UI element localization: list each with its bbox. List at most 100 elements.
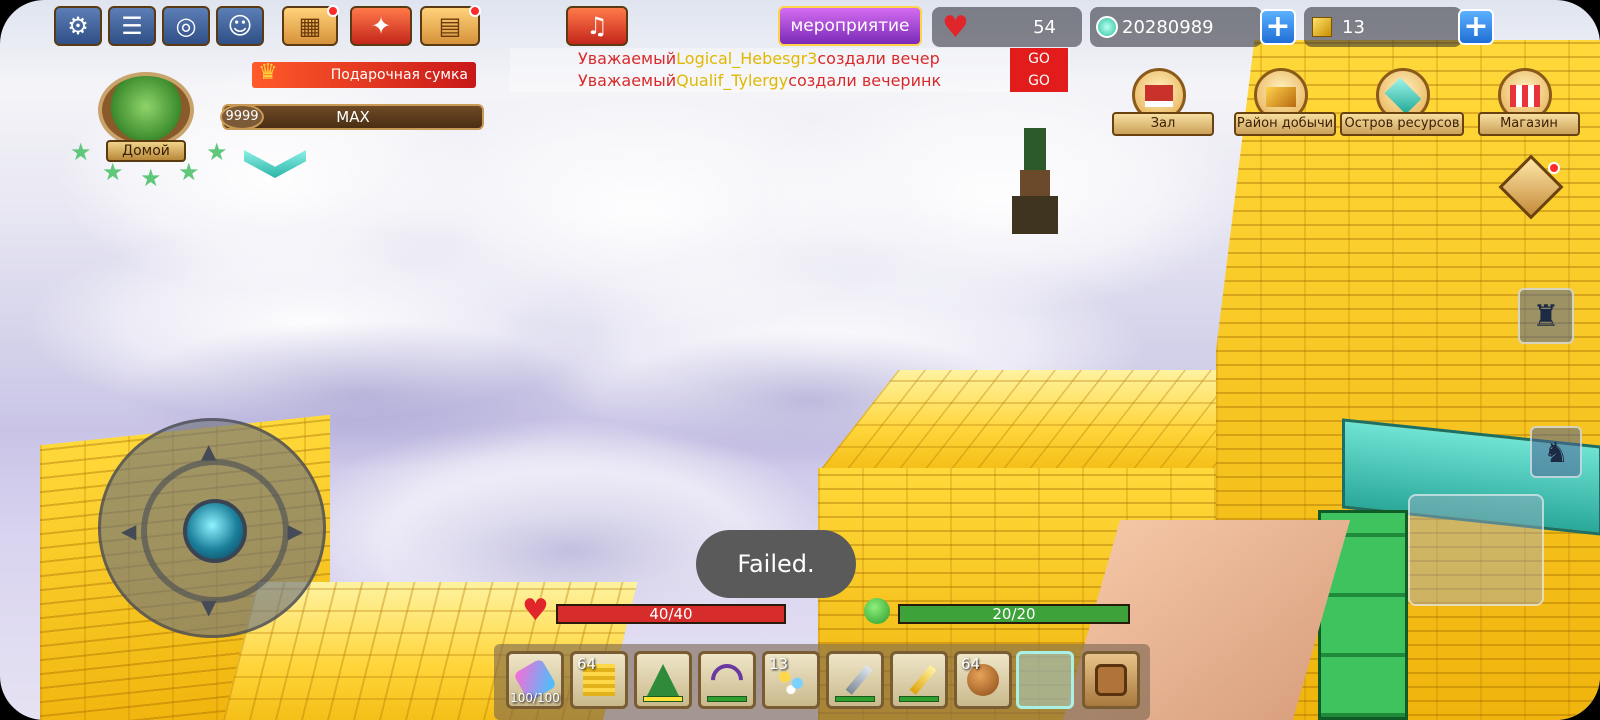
arrow-up-icon: ▲ [201,439,217,463]
chat-feed: УважаемыйLogical_Hebesgr3создали вечер G… [510,48,1070,92]
gear-icon: ⚙ [67,12,89,40]
event-button[interactable]: мероприятие [778,6,922,46]
mining-label: Район добычи [1234,112,1336,136]
clipboard-icon: ▤ [438,12,462,40]
hotbar-slot-3[interactable] [634,651,692,709]
notification-dot [469,5,481,17]
diamonds-value: 20280989 [1122,16,1214,38]
health-heart-icon: ♥ [522,593,549,628]
game-viewport[interactable]: ⚙ ☰ ◎ ☺ ▦ ✦ ▤ ♫ мероприятие ♥ 54 2028098… [0,0,1600,720]
arrow-down-icon: ▼ [201,595,217,619]
star-icon: ★ [70,138,92,166]
map-button[interactable]: ▦ [282,5,339,46]
durability-bar [643,696,683,702]
island-label: Остров ресурсов [1340,112,1464,136]
menu-toggle-button[interactable] [1496,154,1568,220]
add-gold-button[interactable]: + [1458,9,1494,45]
hotbar-slot-1[interactable]: 100/100 [506,651,564,709]
hotbar-slot-6[interactable] [826,651,884,709]
hotbar-slot-9-selected[interactable] [1016,651,1074,709]
durability-bar [835,696,875,702]
settings-button[interactable]: ⚙ [54,6,102,46]
gold-blocks-value: 13 [1342,16,1365,38]
wing-icon: ♞ [1543,435,1569,469]
arrow-left-icon: ◀ [121,519,137,543]
item-count: 13 [769,655,789,673]
go-button[interactable]: GO [1010,48,1068,70]
gift-bag-banner[interactable]: ♛ Подарочная сумка [252,60,476,88]
hall-button[interactable]: Зал [1112,68,1214,136]
hearts-counter: ♥ 54 [932,7,1082,47]
jump-button[interactable] [1408,494,1544,606]
bell-icon: ♫ [586,12,608,40]
joystick-knob[interactable] [183,499,247,563]
health-text: 40/40 [649,605,693,623]
shop-button[interactable]: Магазин [1478,68,1580,136]
level-label: MAX [336,108,370,126]
shop-label: Магазин [1478,112,1580,136]
health-bar: 40/40 [556,604,786,624]
star-icon: ★ [140,164,162,192]
stars-row: ★ ★ ★ ★ ★ [70,136,240,192]
durability-text: 100/100 [510,691,560,705]
chat-line: УважаемыйQualif_Tylergyсоздали вечеринк … [510,70,1070,92]
resource-island-button[interactable]: Остров ресурсов [1340,68,1464,136]
fly-button[interactable]: ♞ [1530,426,1582,478]
star-icon: ★ [102,158,124,186]
bell-button[interactable]: ♫ [566,6,628,46]
sneak-button[interactable]: ♜ [1518,288,1574,344]
crosshair-icon: ◎ [175,12,197,40]
hearts-value: 54 [1033,16,1056,38]
add-diamonds-button[interactable]: + [1260,9,1296,45]
gift-bag-label: Подарочная сумка [330,67,468,83]
notification-dot [1548,162,1560,174]
chat-button[interactable]: ☰ [108,6,156,46]
chat-icon: ☰ [121,12,143,40]
item-count: 64 [961,655,981,673]
crown-icon: ♛ [258,60,278,85]
party-popper-icon: ✦ [370,12,392,40]
heart-icon: ♥ [942,9,969,45]
gold-blocks-counter: 13 [1304,7,1462,47]
backpack-icon [1095,664,1127,696]
hotbar-slot-5[interactable]: 13 [762,651,820,709]
hotbar-slot-2[interactable]: 64 [570,651,628,709]
movement-joystick[interactable]: ▲ ▼ ◀ ▶ [98,418,326,638]
hunger-text: 20/20 [992,605,1036,623]
hotbar-slot-8[interactable]: 64 [954,651,1012,709]
durability-bar [899,696,939,702]
apple-icon [864,598,890,624]
christmas-tree-icon [647,664,679,696]
item-count: 64 [577,655,597,673]
toast-message: Failed. [696,530,856,598]
level-bar: 9999 MAX [220,104,484,130]
star-icon: ★ [206,138,228,166]
plus-icon: + [1463,9,1489,44]
hotbar-slot-7[interactable] [890,651,948,709]
profile-button[interactable]: ☺ [216,6,264,46]
crouch-icon: ♜ [1532,298,1560,334]
notification-dot [327,5,339,17]
chat-line: УважаемыйLogical_Hebesgr3создали вечер G… [510,48,1070,70]
tasks-button[interactable]: ▤ [420,5,481,46]
event-label: мероприятие [790,16,910,36]
backpack-button[interactable] [1082,651,1140,709]
hall-label: Зал [1112,112,1214,136]
diamonds-counter: 20280989 [1090,7,1262,47]
floating-tree [1012,128,1058,238]
hotbar-slot-4[interactable] [698,651,756,709]
diamond-coin-icon [1096,16,1118,38]
sword-icon [845,665,873,695]
plus-icon: + [1265,9,1291,44]
map-icon: ▦ [298,12,322,40]
profile-icon: ☺ [227,12,253,40]
golden-sword-icon [909,665,937,695]
go-button[interactable]: GO [1010,70,1068,92]
durability-bar [707,696,747,702]
hunger-bar: 20/20 [898,604,1130,624]
crosshair-button[interactable]: ◎ [162,6,210,46]
mining-area-button[interactable]: Район добычи [1234,68,1336,136]
party-button[interactable]: ✦ [350,6,412,46]
arrow-right-icon: ▶ [287,519,303,543]
gold-block-icon [1312,17,1332,37]
